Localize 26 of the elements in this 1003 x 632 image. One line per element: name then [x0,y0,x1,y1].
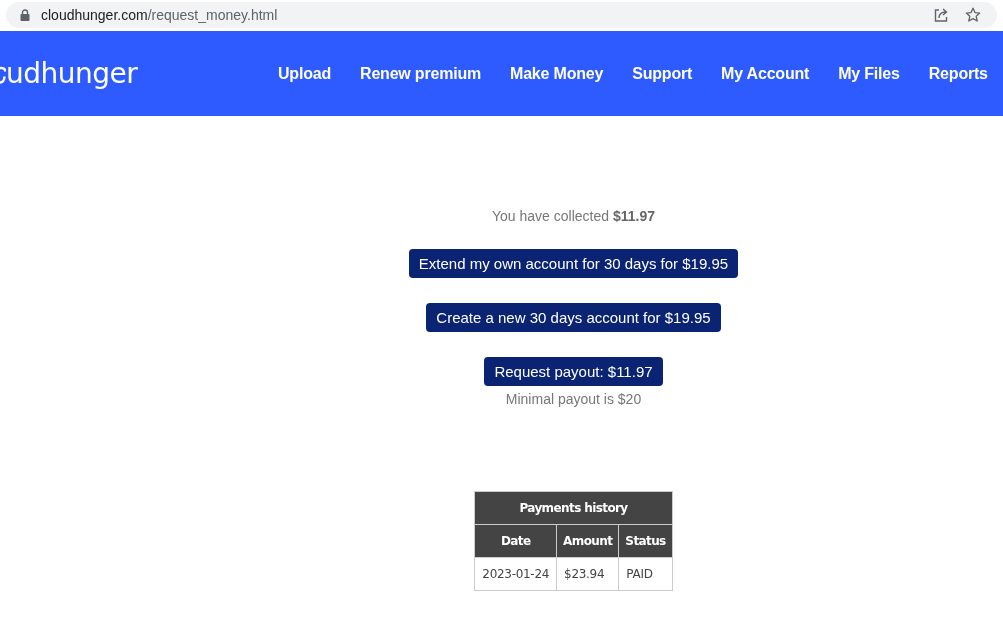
action-button[interactable]: Extend my own account for 30 days for $19.95 [408,249,739,278]
nav-link[interactable]: My Files [838,64,900,83]
nav-link[interactable]: Support [632,64,693,83]
share-icon[interactable] [933,7,949,23]
lock-icon [20,9,30,21]
table-cell: $23.94 [556,557,619,591]
nav-link[interactable]: Upload [278,64,332,83]
column-header: Status [618,524,673,558]
logo-text[interactable]: udhunger [6,57,138,90]
action-button[interactable]: Create a new 30 days account for $19.95 [426,303,721,332]
column-header: Date [474,524,557,558]
nav-link[interactable]: Renew premium [360,64,482,83]
table-cell: 2023-01-24 [474,557,557,591]
collected-amount-text: You have collected $11.97 [492,207,655,225]
star-icon[interactable] [965,7,981,23]
nav-link[interactable]: My Account [721,64,810,83]
logo-arc-icon [0,65,6,84]
table-title: Payments history [474,491,673,525]
nav-link[interactable]: Make Money [510,64,604,83]
action-button[interactable]: Request payout: $11.97 [484,357,663,386]
table-cell: PAID [618,557,673,591]
nav-link[interactable]: Reports [928,64,988,83]
address-bar[interactable]: cloudhunger.com/request_money.html [6,2,997,28]
column-header: Amount [556,524,619,558]
payout-note: Minimal payout is $20 [505,390,642,408]
url-text: cloudhunger.com/request_money.html [41,7,278,23]
